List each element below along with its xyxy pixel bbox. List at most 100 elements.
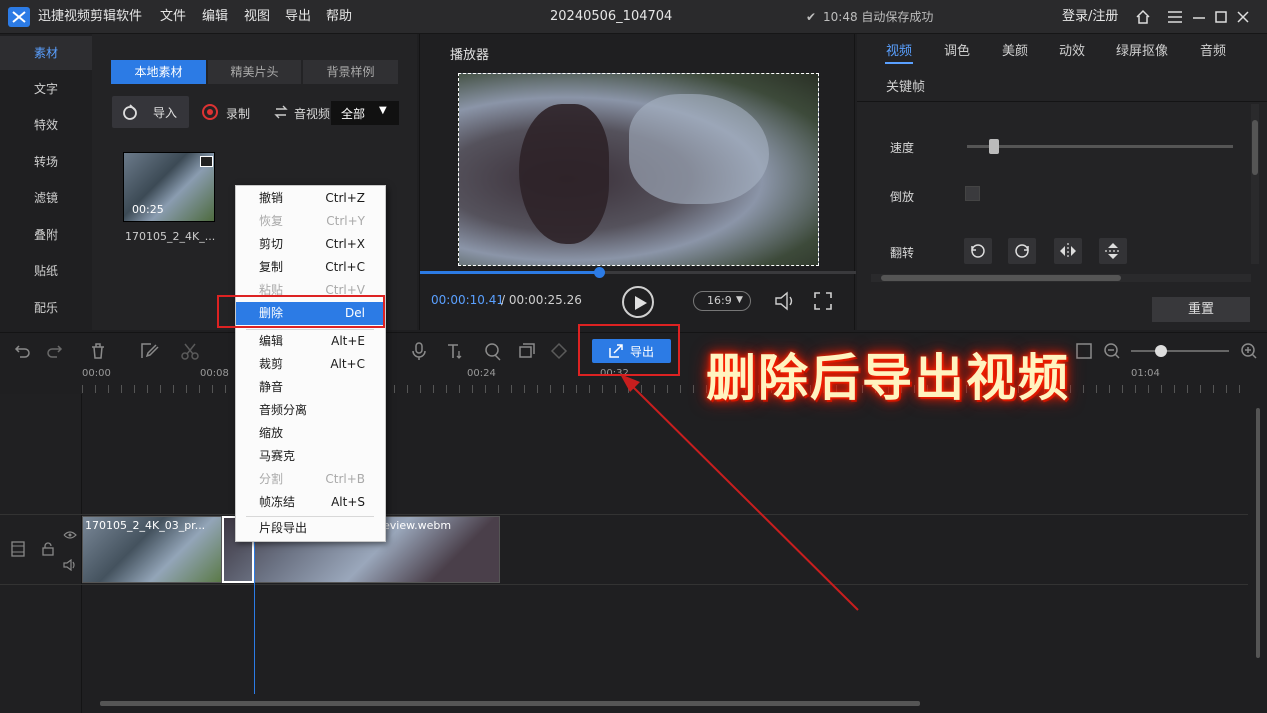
menu-item-zoom[interactable]: 缩放 <box>236 422 385 445</box>
menu-item-crop[interactable]: 裁剪 Alt+C <box>236 353 385 376</box>
login-link[interactable]: 登录/注册 <box>1062 0 1118 34</box>
flip-horizontal-button[interactable] <box>1054 238 1082 264</box>
fullscreen-icon[interactable] <box>814 292 832 310</box>
timeline-clip-1[interactable]: 170105_2_4K_03_pr... <box>82 516 222 583</box>
menu-item-edit[interactable]: 编辑 Alt+E <box>236 330 385 353</box>
nav-item-overlay[interactable]: 叠附 <box>0 218 92 252</box>
tab-backgrounds[interactable]: 背景样例 <box>303 60 398 84</box>
nav-item-transition[interactable]: 转场 <box>0 145 92 179</box>
timeline-hscroll[interactable] <box>90 699 1245 707</box>
timeline-vscroll-thumb[interactable] <box>1256 408 1260 658</box>
rotate-right-button[interactable] <box>1008 238 1036 264</box>
tab-beauty[interactable]: 美颜 <box>1002 40 1028 59</box>
tab-intros[interactable]: 精美片头 <box>208 60 301 84</box>
menu-edit[interactable]: 编辑 <box>202 0 228 34</box>
speed-label: 速度 <box>890 141 915 155</box>
menu-export[interactable]: 导出 <box>285 0 311 34</box>
sticker-icon[interactable] <box>483 341 503 361</box>
menu-item-split[interactable]: 分割 Ctrl+B <box>236 468 385 491</box>
progress-track[interactable] <box>420 267 856 278</box>
ratio-select[interactable]: 16:9 ▼ <box>693 291 751 311</box>
maximize-icon[interactable] <box>1212 8 1230 26</box>
flip-vertical-icon <box>1105 243 1121 259</box>
import-button[interactable]: 导入 <box>112 96 189 128</box>
menu-view[interactable]: 视图 <box>244 0 270 34</box>
nav-item-music[interactable]: 配乐 <box>0 291 92 325</box>
menu-item-detach-audio[interactable]: 音频分离 <box>236 399 385 422</box>
progress-knob[interactable] <box>593 267 605 278</box>
fit-icon[interactable] <box>1074 341 1094 361</box>
reverse-checkbox[interactable] <box>965 186 980 201</box>
horizontal-scrollbar[interactable] <box>871 274 1251 282</box>
marker-icon[interactable] <box>549 341 569 361</box>
media-thumbnail[interactable]: 00:25 <box>123 152 215 222</box>
menu-item-redo[interactable]: 恢复 Ctrl+Y <box>236 210 385 233</box>
crop-icon[interactable] <box>517 341 537 361</box>
nav-item-effects[interactable]: 特效 <box>0 108 92 142</box>
h-scrollbar-thumb[interactable] <box>881 275 1121 281</box>
menu-help[interactable]: 帮助 <box>326 0 352 34</box>
timeline-vscroll[interactable] <box>1252 394 1264 694</box>
tab-audio[interactable]: 音频 <box>1200 40 1226 59</box>
flip-vertical-button[interactable] <box>1099 238 1127 264</box>
menu-item-mosaic[interactable]: 马赛克 <box>236 445 385 468</box>
vertical-scrollbar[interactable] <box>1251 104 1259 264</box>
zoom-slider[interactable] <box>1131 345 1229 357</box>
trash-icon[interactable] <box>88 341 108 361</box>
menu-icon[interactable] <box>1166 8 1184 26</box>
active-tab-underline <box>885 62 913 64</box>
nav-item-filter[interactable]: 滤镜 <box>0 181 92 215</box>
player-panel: 播放器 00:00:10.41 / 00:00:25.26 16:9 ▼ <box>419 34 856 330</box>
scrollbar-thumb[interactable] <box>1252 120 1258 175</box>
zoom-slider-knob[interactable] <box>1155 345 1167 357</box>
speed-slider-knob[interactable] <box>988 139 999 154</box>
clip-name: 170105_2_4K_... <box>125 230 216 243</box>
nav-item-media[interactable]: 素材 <box>0 36 92 70</box>
speaker-icon[interactable] <box>63 559 77 571</box>
zoom-out-icon[interactable] <box>1102 341 1122 361</box>
menu-item-cut[interactable]: 剪切 Ctrl+X <box>236 233 385 256</box>
menu-item-freeze-frame[interactable]: 帧冻结 Alt+S <box>236 491 385 514</box>
scissors-icon[interactable] <box>180 341 200 361</box>
chevron-down-icon: ▼ <box>379 105 387 116</box>
app-name: 迅捷视频剪辑软件 <box>38 9 143 24</box>
record-icon[interactable] <box>202 104 218 120</box>
tab-chroma-key[interactable]: 绿屏抠像 <box>1116 40 1168 59</box>
menu-file[interactable]: 文件 <box>160 0 186 34</box>
video-preview[interactable] <box>458 73 819 266</box>
audio-video-label[interactable]: 音视频 <box>294 105 330 122</box>
nav-item-sticker[interactable]: 贴纸 <box>0 254 92 288</box>
tab-local-media[interactable]: 本地素材 <box>111 60 206 84</box>
lock-icon[interactable] <box>41 542 55 556</box>
undo-icon[interactable] <box>12 341 32 361</box>
menu-item-mute[interactable]: 静音 <box>236 376 385 399</box>
tab-video[interactable]: 视频 <box>886 40 912 59</box>
record-label[interactable]: 录制 <box>226 105 250 122</box>
timeline-hscroll-thumb[interactable] <box>100 701 920 706</box>
project-title: 20240506_104704 <box>550 9 673 24</box>
menu-item-copy[interactable]: 复制 Ctrl+C <box>236 256 385 279</box>
flip-horizontal-icon <box>1060 243 1076 259</box>
speed-slider[interactable] <box>967 139 1233 154</box>
volume-icon[interactable] <box>773 290 797 312</box>
tab-color[interactable]: 调色 <box>944 40 970 59</box>
nav-item-text[interactable]: 文字 <box>0 72 92 106</box>
close-icon[interactable] <box>1234 8 1252 26</box>
home-icon[interactable] <box>1134 8 1152 26</box>
menu-item-export-segment[interactable]: 片段导出 <box>236 517 385 540</box>
tab-keyframe[interactable]: 关键帧 <box>886 76 925 95</box>
eye-icon[interactable] <box>63 530 77 540</box>
reset-button[interactable]: 重置 <box>1152 297 1250 322</box>
menu-item-undo[interactable]: 撤销 Ctrl+Z <box>236 187 385 210</box>
filter-select[interactable]: 全部 ▼ <box>331 101 399 125</box>
microphone-icon[interactable] <box>409 341 429 361</box>
minimize-icon[interactable] <box>1190 8 1208 26</box>
redo-icon[interactable] <box>45 341 65 361</box>
text-icon[interactable] <box>445 341 465 361</box>
zoom-in-icon[interactable] <box>1239 341 1259 361</box>
tab-motion[interactable]: 动效 <box>1059 40 1085 59</box>
ratio-value: 16:9 <box>707 294 732 307</box>
edit-icon[interactable] <box>139 341 159 361</box>
rotate-left-button[interactable] <box>964 238 992 264</box>
play-button[interactable] <box>622 286 654 318</box>
